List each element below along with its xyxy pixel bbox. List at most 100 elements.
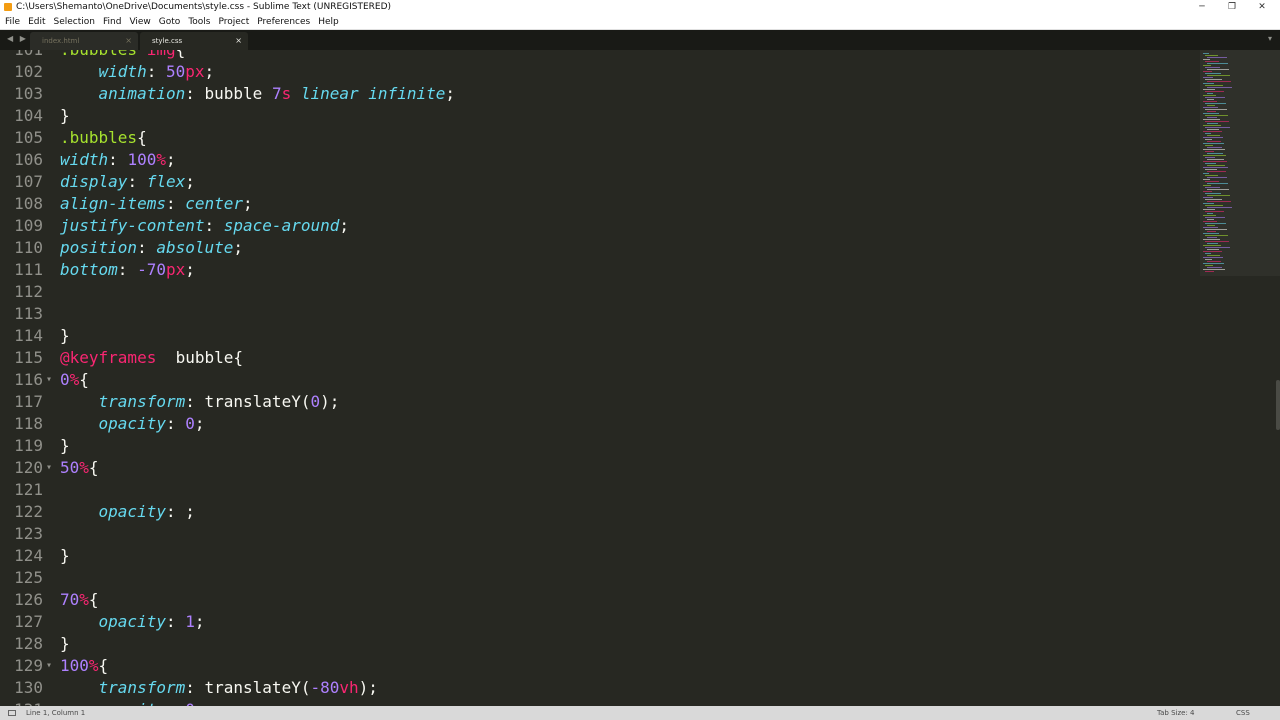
- code-line[interactable]: 108 align-items: center;: [0, 193, 1200, 215]
- code-line[interactable]: 111 bottom: -70px;: [0, 259, 1200, 281]
- code-line[interactable]: 119}: [0, 435, 1200, 457]
- code-text: .bubbles{: [60, 127, 147, 149]
- close-tab-icon[interactable]: ×: [125, 32, 132, 50]
- minimap-line: [1205, 115, 1228, 116]
- minimap-line: [1203, 215, 1216, 216]
- close-tab-icon[interactable]: ×: [235, 32, 242, 50]
- syntax-indicator[interactable]: CSS: [1236, 706, 1250, 720]
- minimap-line: [1203, 83, 1214, 84]
- panel-toggle-icon[interactable]: [8, 710, 16, 716]
- code-line[interactable]: 107 display: flex;: [0, 171, 1200, 193]
- code-line[interactable]: 126 70%{: [0, 589, 1200, 611]
- tab-size-indicator[interactable]: Tab Size: 4: [1157, 706, 1194, 720]
- code-line[interactable]: 118 opacity: 0;: [0, 413, 1200, 435]
- fold-arrow-icon[interactable]: ▾: [46, 369, 56, 391]
- code-line[interactable]: 117 transform: translateY(0);: [0, 391, 1200, 413]
- code-text: width: 50px;: [60, 61, 215, 83]
- menu-file[interactable]: File: [0, 15, 24, 29]
- line-number: 101: [0, 50, 43, 61]
- code-line[interactable]: 122 opacity: ;: [0, 501, 1200, 523]
- code-line[interactable]: 110 position: absolute;: [0, 237, 1200, 259]
- minimap-line: [1205, 175, 1218, 176]
- minimap-line: [1203, 95, 1216, 96]
- editor-scrollbar[interactable]: [1276, 380, 1280, 430]
- code-text: justify-content: space-around;: [60, 215, 349, 237]
- minimap-line: [1205, 67, 1220, 68]
- code-text: position: absolute;: [60, 237, 243, 259]
- minimap-line: [1203, 107, 1218, 108]
- code-line[interactable]: 102 width: 50px;: [0, 61, 1200, 83]
- minimap[interactable]: [1200, 50, 1280, 706]
- code-token: 100: [127, 150, 157, 169]
- sublime-text-icon: [4, 3, 12, 11]
- code-line[interactable]: 106 width: 100%;: [0, 149, 1200, 171]
- menu-edit[interactable]: Edit: [24, 15, 49, 29]
- fold-arrow-icon[interactable]: ▾: [46, 655, 56, 677]
- minimap-line: [1207, 141, 1221, 142]
- minimap-line: [1203, 143, 1224, 144]
- code-line[interactable]: 115 @keyframes bubble{: [0, 347, 1200, 369]
- code-line[interactable]: 131 opacity: 0;: [0, 699, 1200, 706]
- code-editor[interactable]: 101 .bubbles img{102 width: 50px;103 anim…: [0, 50, 1200, 706]
- code-token: -70: [137, 260, 166, 279]
- menu-project[interactable]: Project: [214, 15, 253, 29]
- code-token: :: [165, 414, 186, 433]
- code-line[interactable]: 121: [0, 479, 1200, 501]
- code-line[interactable]: 125: [0, 567, 1200, 589]
- code-line[interactable]: 128}: [0, 633, 1200, 655]
- menu-preferences[interactable]: Preferences: [253, 15, 314, 29]
- minimap-line: [1203, 119, 1220, 120]
- code-token: flex: [146, 172, 186, 191]
- fold-arrow-icon[interactable]: ▾: [46, 457, 56, 479]
- tab-index-html[interactable]: index.html ×: [30, 32, 138, 50]
- minimap-line: [1207, 165, 1225, 166]
- menu-selection[interactable]: Selection: [50, 15, 99, 29]
- code-token: : translateY(: [185, 392, 311, 411]
- code-line[interactable]: 116 ▾ 0%{: [0, 369, 1200, 391]
- tab-style-css[interactable]: style.css ×: [140, 32, 248, 50]
- code-line[interactable]: 130 transform: translateY(-80vh);: [0, 677, 1200, 699]
- code-line[interactable]: 104}: [0, 105, 1200, 127]
- code-token: ;: [185, 172, 195, 191]
- code-token: space-around: [223, 216, 340, 235]
- code-line[interactable]: 112: [0, 281, 1200, 303]
- minimap-line: [1203, 209, 1215, 210]
- menu-help[interactable]: Help: [314, 15, 343, 29]
- code-line[interactable]: 105 .bubbles{: [0, 127, 1200, 149]
- minimap-line: [1205, 211, 1224, 212]
- code-token: px: [165, 260, 186, 279]
- menu-view[interactable]: View: [125, 15, 154, 29]
- minimap-line: [1207, 267, 1222, 268]
- code-token: %: [88, 656, 99, 675]
- code-text: .bubbles img{: [60, 50, 185, 61]
- menu-find[interactable]: Find: [99, 15, 125, 29]
- close-window-button[interactable]: ✕: [1247, 0, 1277, 15]
- code-line[interactable]: 103 animation: bubble 7s linear infinite…: [0, 83, 1200, 105]
- restore-button[interactable]: ❐: [1217, 0, 1247, 15]
- minimap-line: [1203, 257, 1223, 258]
- code-line[interactable]: 101 .bubbles img{: [0, 50, 1200, 61]
- code-text: opacity: 0;: [60, 413, 205, 435]
- code-line[interactable]: 109 justify-content: space-around;: [0, 215, 1200, 237]
- minimap-line: [1205, 187, 1220, 188]
- minimap-line: [1207, 153, 1223, 154]
- minimap-line: [1207, 147, 1222, 148]
- code-line[interactable]: 120 ▾ 50%{: [0, 457, 1200, 479]
- code-line[interactable]: 123: [0, 523, 1200, 545]
- menu-tools[interactable]: Tools: [184, 15, 214, 29]
- code-line[interactable]: 124}: [0, 545, 1200, 567]
- code-line[interactable]: 113: [0, 303, 1200, 325]
- code-token: :: [137, 238, 157, 257]
- code-line[interactable]: 114}: [0, 325, 1200, 347]
- tab-nav-arrows-icon[interactable]: ◀ ▶: [7, 34, 28, 43]
- minimap-line: [1203, 167, 1228, 168]
- menu-goto[interactable]: Goto: [155, 15, 185, 29]
- tab-list-dropdown-icon[interactable]: ▾: [1268, 34, 1272, 43]
- code-line[interactable]: 127 opacity: 1;: [0, 611, 1200, 633]
- minimize-button[interactable]: ─: [1187, 0, 1217, 15]
- code-line[interactable]: 129 ▾ 100%{: [0, 655, 1200, 677]
- code-token: %: [156, 150, 166, 169]
